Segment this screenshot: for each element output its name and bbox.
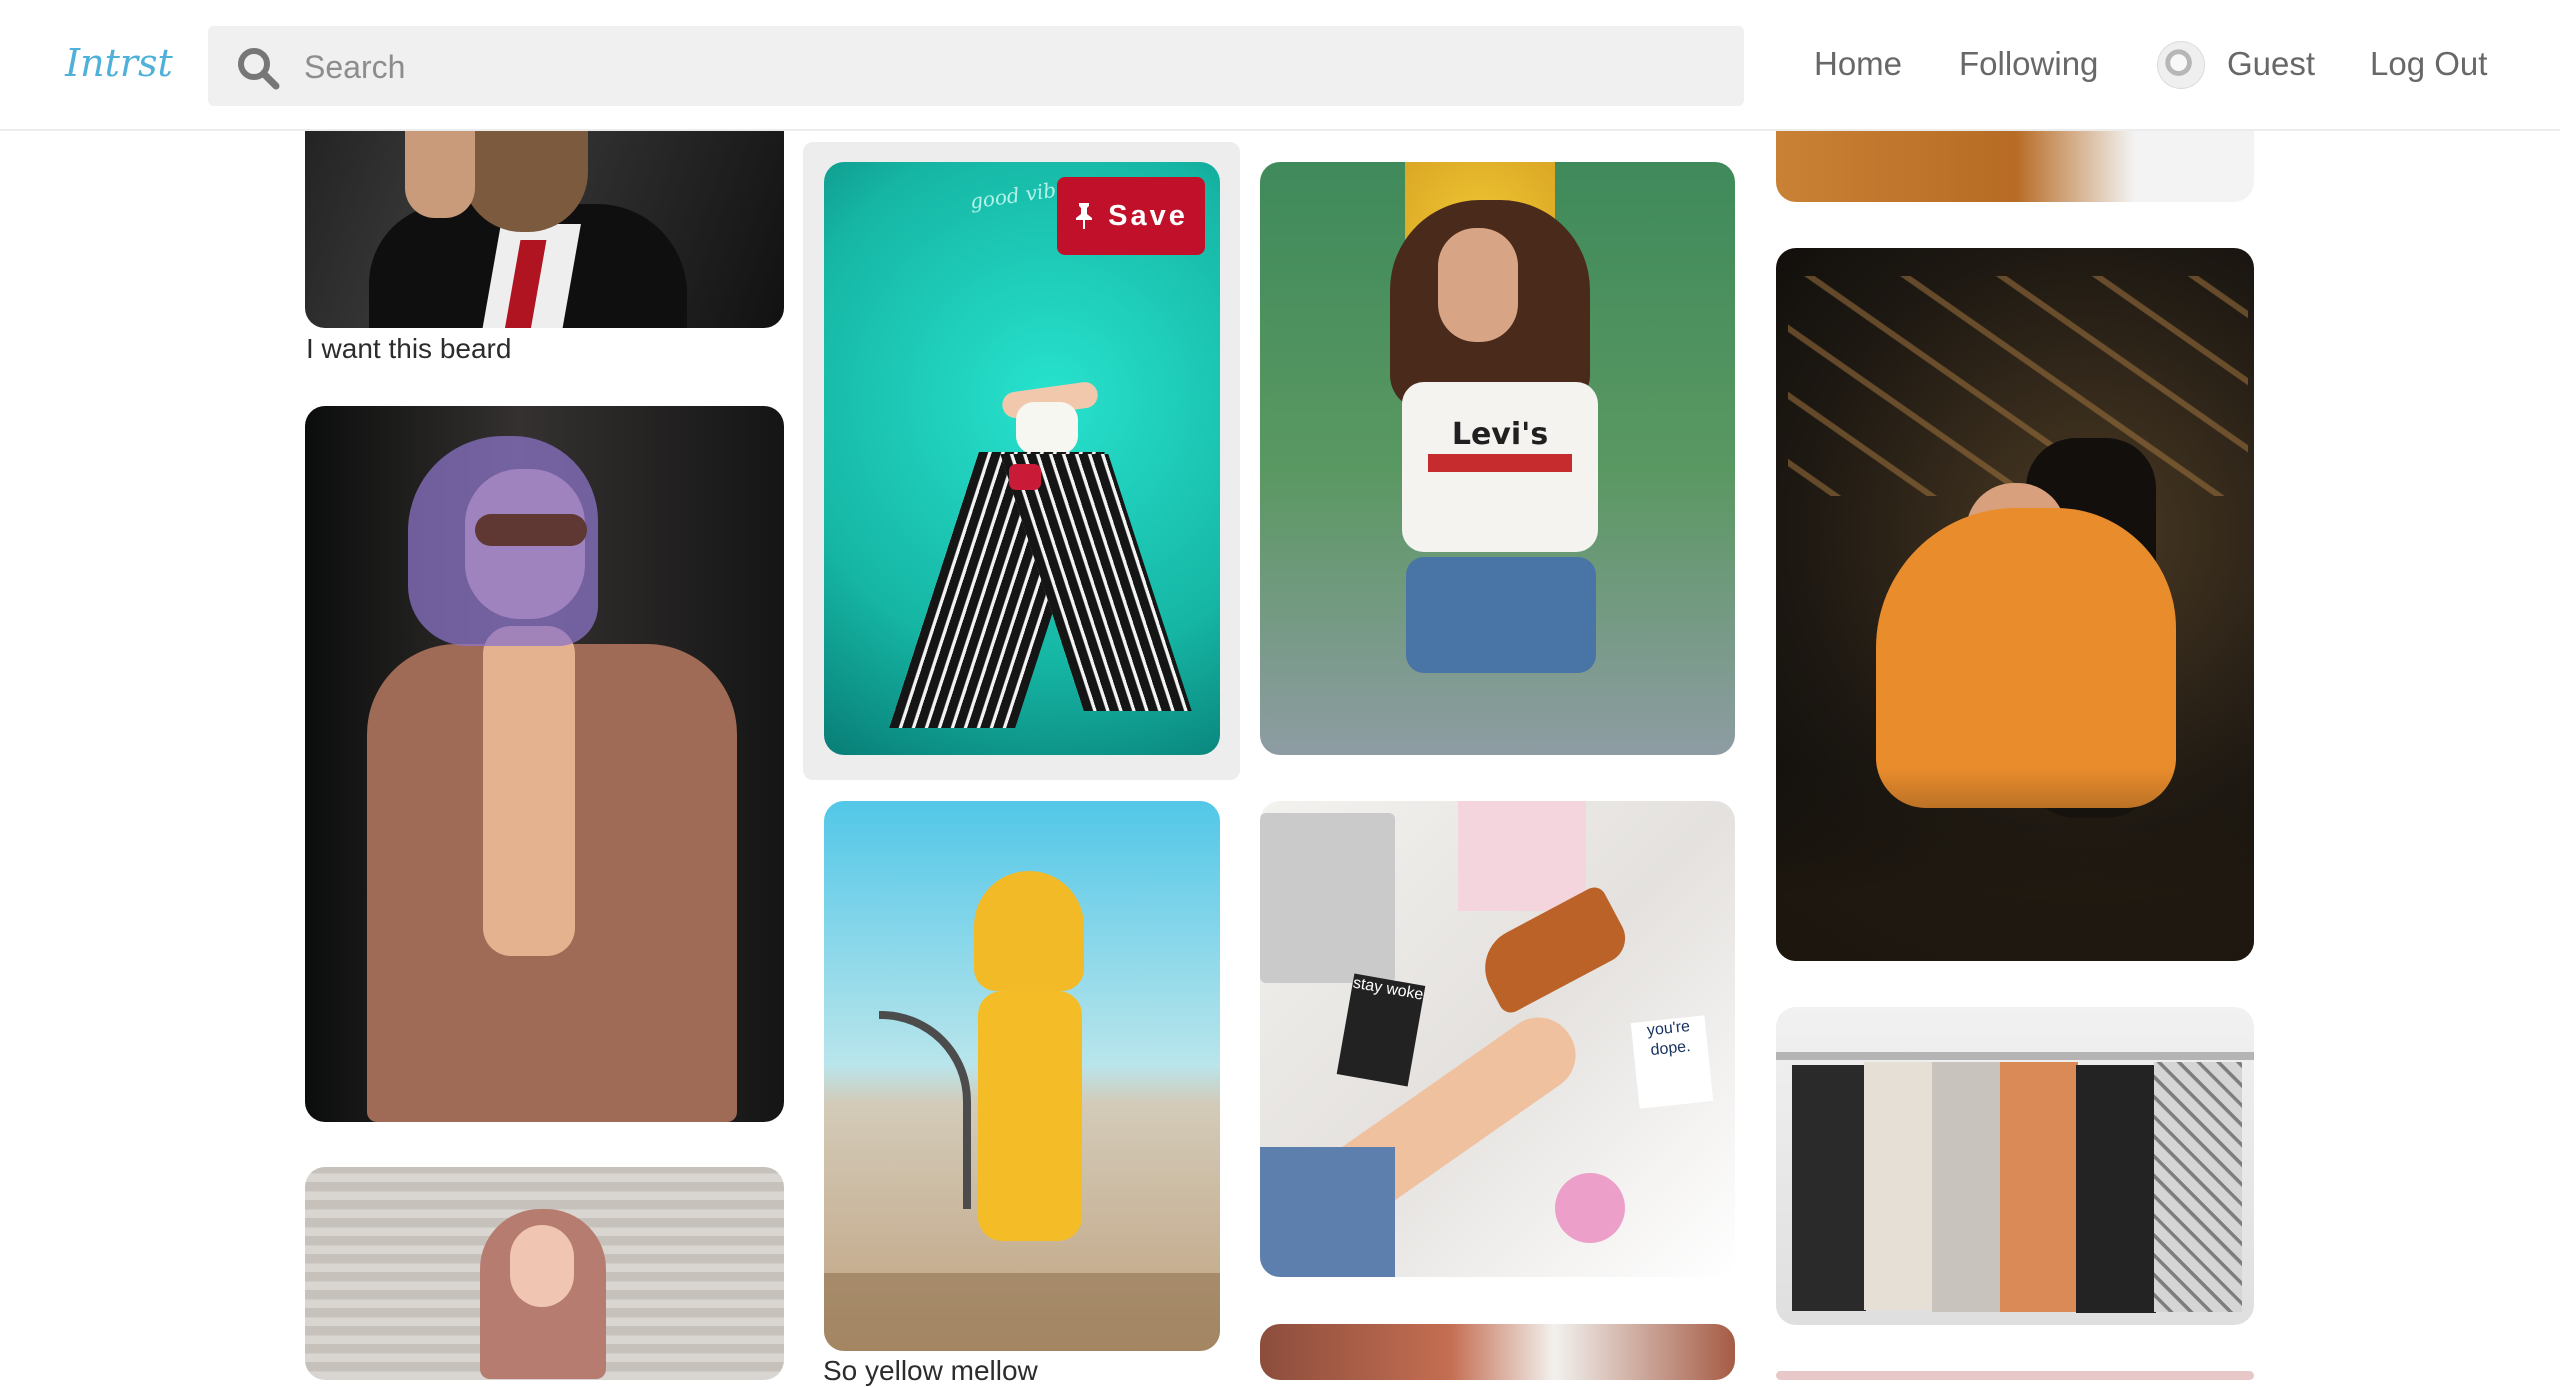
shadow-shape [824, 1273, 1220, 1351]
shirt-black-shape [1792, 1065, 1866, 1311]
search-icon [238, 48, 280, 90]
nav-following[interactable]: Following [1959, 38, 2098, 90]
pushpin-icon [1076, 203, 1093, 229]
basketball-hoop-shape [879, 1011, 971, 1209]
purple-hair-coat-photo[interactable] [305, 406, 784, 1122]
brick-wall-photo[interactable] [1260, 1324, 1735, 1380]
search-bar[interactable] [208, 26, 1744, 108]
save-button-label: Save [1108, 199, 1188, 232]
yellow-hoodie-shape [974, 871, 1084, 991]
shirt-cream-shape [1864, 1062, 1936, 1310]
laptop-shape [1260, 813, 1395, 983]
flatlay-shoes-photo[interactable]: stay woke you're dope. [1260, 801, 1735, 1277]
save-button[interactable]: Save [1057, 177, 1205, 255]
shirt-orange-shape [2000, 1062, 2078, 1312]
levis-shirt-photo[interactable]: Levi's [1260, 162, 1735, 755]
top-navigation: Intrst Home Following Guest Log Out [0, 0, 2560, 131]
levis-logo-text: Levi's [1451, 417, 1549, 452]
guest-avatar[interactable] [2157, 41, 2205, 89]
nav-log-out[interactable]: Log Out [2370, 38, 2487, 90]
sunglasses-shape [475, 514, 587, 546]
red-bar-shape [1428, 454, 1572, 472]
quote-card: stay woke [1336, 973, 1426, 1087]
beard-pin-caption: I want this beard [306, 333, 512, 364]
face-shape [510, 1225, 574, 1307]
clothes-rack-photo[interactable] [1776, 1007, 2254, 1325]
yellow-tracksuit-photo[interactable] [824, 801, 1220, 1351]
smiling-woman-photo[interactable] [305, 1167, 784, 1380]
tag-card: you're dope. [1630, 1015, 1714, 1109]
pink-photo[interactable] [1776, 1371, 2254, 1380]
denim-shape [1260, 1147, 1395, 1277]
yellow-pin-caption: So yellow mellow [823, 1355, 1038, 1386]
shirt-print-shape [2154, 1062, 2242, 1312]
shirt-dark-shape [2076, 1065, 2156, 1313]
magazine-shape [1458, 801, 1586, 911]
denim-shorts-shape [1406, 557, 1596, 673]
blurred-foreground-shape [1776, 768, 2254, 961]
app-logo[interactable]: Intrst [60, 28, 178, 98]
red-bag-shape [1009, 464, 1041, 490]
yellow-pants-shape [978, 991, 1082, 1241]
leaf-shadow-shape [1788, 276, 2248, 496]
white-top-shape [1016, 402, 1078, 454]
orange-sweater-photo[interactable] [1776, 248, 2254, 961]
rack-bar-shape [1776, 1052, 2254, 1060]
nav-home[interactable]: Home [1814, 38, 1902, 90]
face-shape [1438, 228, 1518, 342]
shirt-gray-shape [1932, 1062, 2002, 1312]
sweater-shape [483, 626, 575, 956]
orange-sweater-shape [1876, 508, 2176, 808]
nav-user-guest[interactable]: Guest [2227, 38, 2315, 90]
search-input[interactable] [302, 26, 1706, 108]
pink-flower-shape [1555, 1173, 1625, 1243]
beard-suit-photo[interactable] [305, 102, 784, 328]
